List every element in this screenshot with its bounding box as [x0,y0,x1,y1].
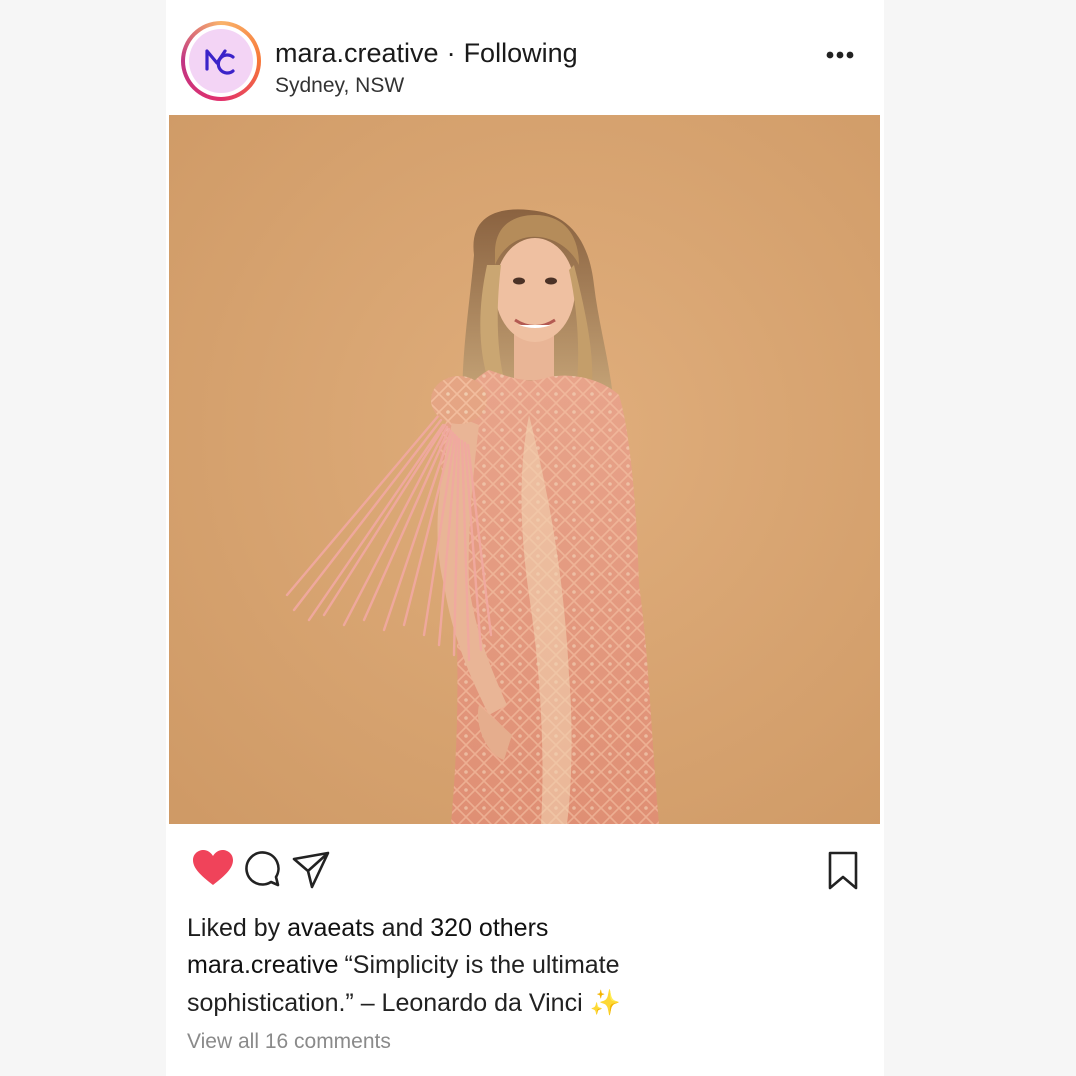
post-actions [166,845,884,895]
post-header: mara.creative · Following Sydney, NSW [166,0,884,114]
liked-by-user-link[interactable]: avaeats [287,914,375,942]
liked-by-others-link[interactable]: 320 others [430,914,548,942]
username-link[interactable]: mara.creative [275,38,439,68]
fashion-photo-illustration [169,115,880,824]
paper-plane-icon[interactable] [292,851,330,889]
more-dots-icon[interactable] [826,50,856,60]
bookmark-icon[interactable] [827,851,859,891]
heart-icon[interactable] [192,849,234,887]
following-button[interactable]: Following [464,38,578,68]
view-comments-link[interactable]: View all 16 comments [187,1030,391,1054]
liked-by-and: and [381,914,424,942]
post-caption: mara.creative “Simplicity is the ultimate… [187,946,747,1022]
liked-by-prefix: Liked by [187,914,281,942]
post-card: mara.creative · Following Sydney, NSW Li… [166,0,884,1076]
likes-summary: Liked by avaeats and 320 others [187,914,548,943]
comment-icon[interactable] [243,851,281,889]
location-link[interactable]: Sydney, NSW [275,74,404,98]
separator-dot: · [446,38,456,68]
avatar[interactable] [181,21,261,101]
header-user-line: mara.creative · Following [275,38,578,69]
mc-logo-icon [205,49,235,75]
post-photo[interactable] [169,115,880,824]
caption-username-link[interactable]: mara.creative [187,951,338,979]
